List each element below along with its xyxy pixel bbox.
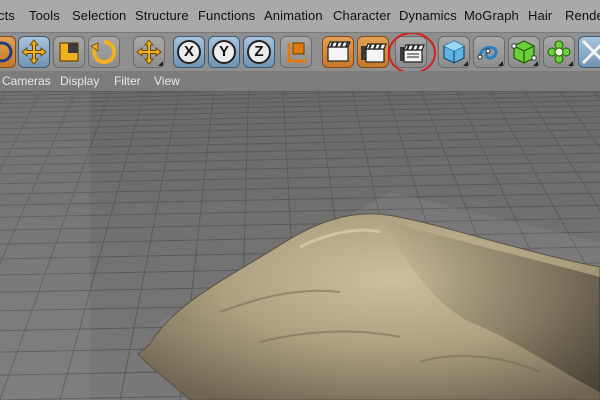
cloner-button[interactable] [543, 36, 575, 68]
render-view-icon [327, 41, 351, 62]
coordinate-system-button[interactable] [280, 36, 312, 68]
menu-tools[interactable]: Tools [29, 8, 60, 23]
menu-render[interactable]: Rende [565, 8, 600, 23]
x-axis-lock-button[interactable]: X [173, 36, 205, 68]
move-icon [21, 39, 47, 65]
menu-animation[interactable]: Animation [264, 8, 323, 23]
viewport-menu-view[interactable]: View [154, 74, 180, 88]
viewport-scene [0, 92, 600, 400]
main-toolbar: X Y Z [0, 33, 600, 71]
z-axis-lock-button[interactable]: Z [243, 36, 275, 68]
viewport-menu-display[interactable]: Display [60, 74, 99, 88]
menu-structure[interactable]: Structure [135, 8, 189, 23]
render-picture-viewer-button[interactable] [357, 36, 389, 68]
submenu-triangle-icon [463, 61, 468, 66]
highlight-circle-annotation [388, 33, 436, 71]
menu-selection[interactable]: Selection [72, 8, 126, 23]
menu-objects[interactable]: cts [0, 8, 15, 23]
menu-mograph[interactable]: MoGraph [464, 8, 519, 23]
menu-dynamics[interactable]: Dynamics [399, 8, 457, 23]
scale-icon [59, 42, 79, 62]
viewport-menu-bar: Cameras Display Filter View [0, 71, 600, 92]
z-axis-label: Z [254, 43, 264, 60]
menu-hair[interactable]: Hair [528, 8, 552, 23]
viewport-menu-cameras[interactable]: Cameras [2, 74, 51, 88]
menu-bar: cts Tools Selection Structure Functions … [0, 0, 600, 33]
move-axis-button[interactable] [133, 36, 165, 68]
coordinate-system-icon [287, 42, 307, 63]
y-axis-lock-button[interactable]: Y [208, 36, 240, 68]
render-picture-viewer-icon [361, 43, 387, 63]
spline-button[interactable] [473, 36, 505, 68]
deformer-icon [581, 39, 600, 65]
live-selection-icon [0, 41, 13, 63]
render-view-button[interactable] [322, 36, 354, 68]
submenu-triangle-icon [568, 61, 573, 66]
y-axis-label: Y [218, 43, 229, 60]
rotate-icon [90, 39, 117, 64]
deformer-button[interactable] [578, 36, 600, 68]
menu-character[interactable]: Character [333, 8, 391, 23]
x-axis-label: X [183, 43, 194, 60]
nurbs-button[interactable] [508, 36, 540, 68]
live-selection-button[interactable] [0, 36, 16, 68]
submenu-triangle-icon [498, 61, 503, 66]
viewport-light-band [0, 92, 90, 400]
scale-button[interactable] [53, 36, 85, 68]
move-button[interactable] [18, 36, 50, 68]
3d-viewport[interactable] [0, 92, 600, 400]
viewport-menu-filter[interactable]: Filter [114, 74, 141, 88]
rotate-button[interactable] [88, 36, 120, 68]
cube-button[interactable] [438, 36, 470, 68]
submenu-triangle-icon [533, 61, 538, 66]
submenu-triangle-icon [158, 61, 163, 66]
menu-functions[interactable]: Functions [198, 8, 255, 23]
